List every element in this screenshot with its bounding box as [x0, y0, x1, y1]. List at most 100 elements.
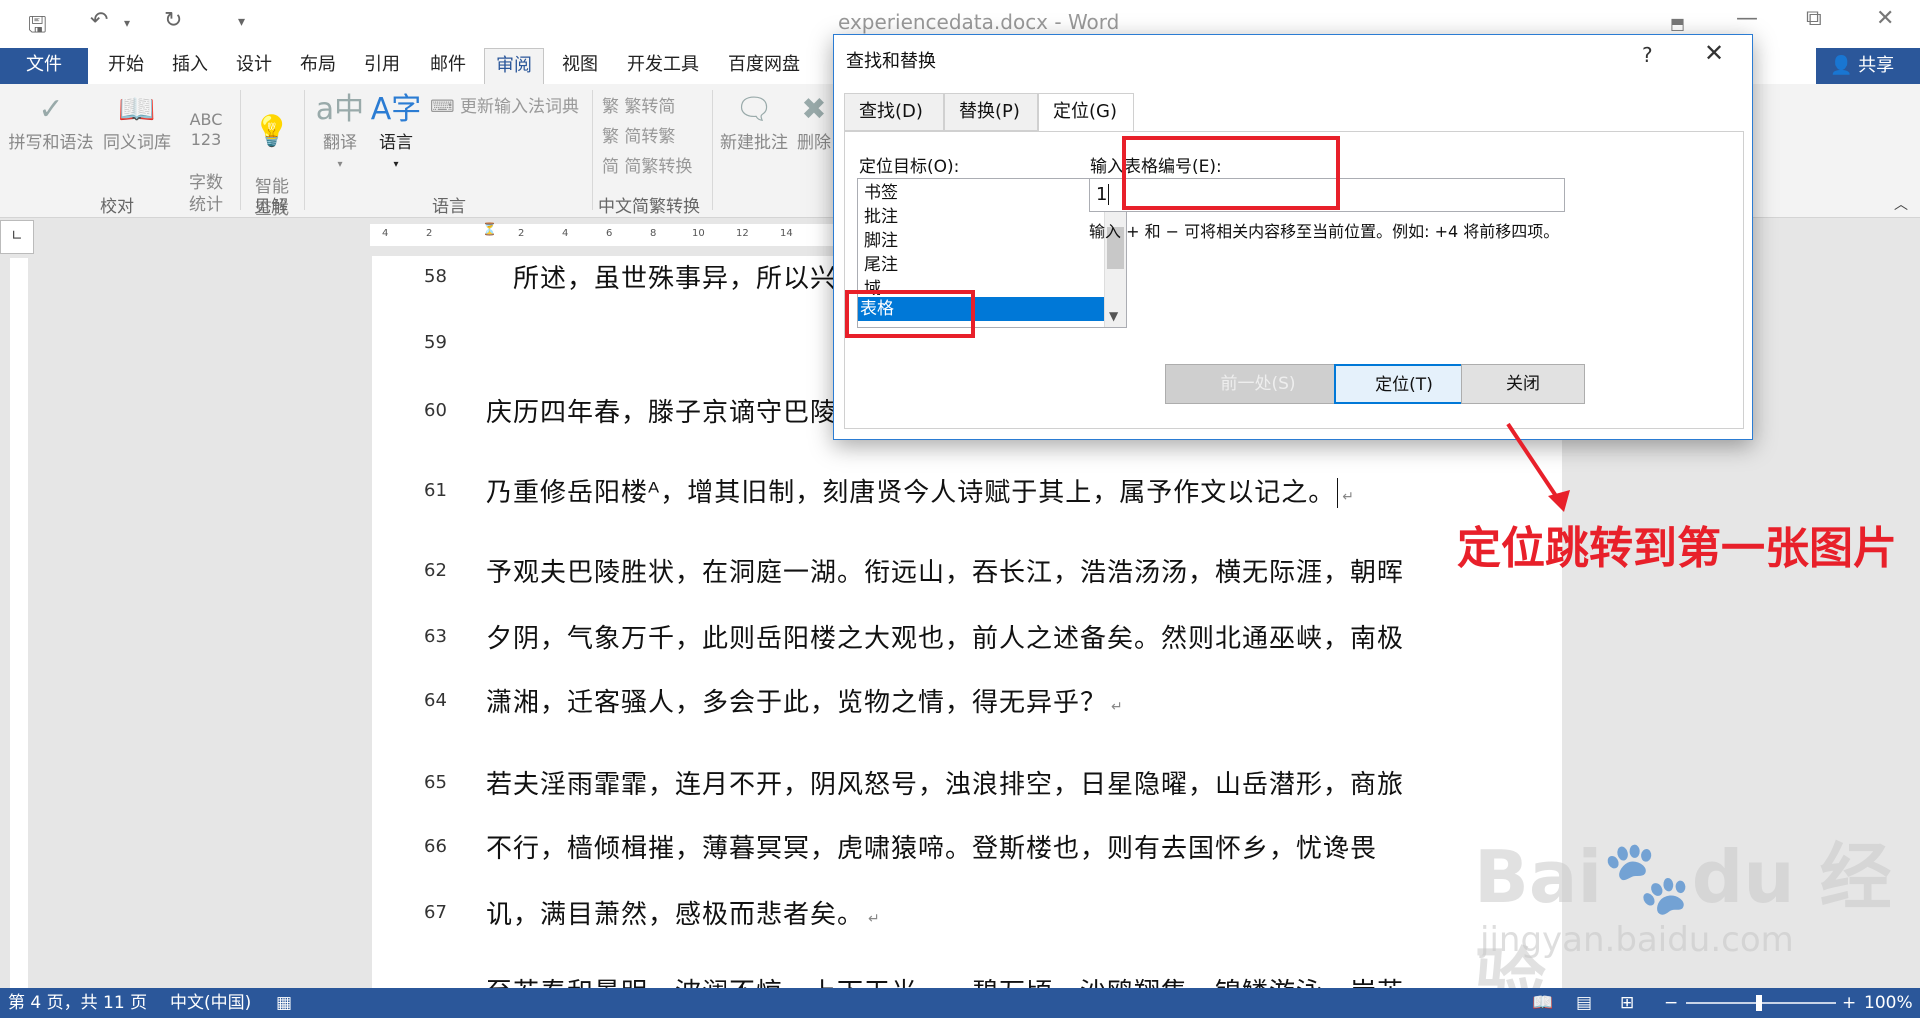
tab-replace[interactable]: 替换(P): [944, 93, 1038, 131]
annotation-arrow: [1506, 422, 1570, 512]
macro-record-icon[interactable]: ▦: [276, 988, 292, 1018]
find-replace-dialog: 查找和替换 ? ✕ 查找(D) 替换(P) 定位(G) 定位目标(O): 书签 …: [833, 34, 1753, 440]
tab-home[interactable]: 开始: [96, 48, 156, 84]
list-item[interactable]: 脚注: [862, 229, 1102, 253]
language-dropdown-icon: ▾: [393, 159, 399, 170]
list-item[interactable]: 批注: [862, 205, 1102, 229]
collapse-ribbon-icon[interactable]: ︿: [1894, 194, 1908, 214]
line-text-content: 乃重修岳阳楼ᴬ，增其旧制，刻唐贤今人诗赋于其上，属予作文以记之。: [486, 478, 1336, 508]
tab-find[interactable]: 查找(D): [844, 93, 944, 131]
list-item[interactable]: 尾注: [862, 253, 1102, 277]
scroll-down-icon[interactable]: ▼: [1109, 309, 1118, 323]
web-layout-icon[interactable]: ⊞: [1620, 988, 1634, 1018]
trad-to-simp-button[interactable]: 繁 繁转简: [602, 92, 675, 117]
line-text: 至若春和景明，波澜不惊，上下天光，一碧万顷，沙鸥翔集，锦鳞游泳，岸芷: [486, 972, 1404, 988]
delete-comment-icon: ✖: [801, 92, 827, 127]
share-label: 共享: [1858, 55, 1895, 76]
tab-selector-icon[interactable]: ∟: [0, 220, 34, 254]
group-separator: [712, 90, 713, 210]
print-layout-icon[interactable]: ▤: [1576, 988, 1592, 1018]
update-ime-button[interactable]: ⌨ 更新输入法词典: [430, 92, 579, 117]
undo-dropdown-icon[interactable]: ▾: [124, 16, 130, 30]
document-line: 67 讥，满目萧然，感极而悲者矣。 ↵: [372, 892, 1562, 932]
paragraph-mark-icon: ↵: [1342, 489, 1355, 505]
document-line: 65 若夫淫雨霏霏，连月不开，阴风怒号，浊浪排空，日星隐曜，山岳潜形，商旅: [372, 762, 1562, 802]
line-number: 59: [424, 332, 447, 353]
annotation-text: 定位跳转到第一张图片: [1457, 523, 1897, 574]
line-text: 夕阴，气象万千，此则岳阳楼之大观也，前人之述备矣。然则北通巫峡，南极: [486, 624, 1405, 654]
simp-to-trad-button[interactable]: 繁 简转繁: [602, 122, 675, 147]
spelling-grammar-button[interactable]: ✓ 拼写和语法: [6, 88, 96, 154]
customize-qat-icon[interactable]: ▾: [238, 14, 245, 30]
tab-references[interactable]: 引用: [352, 48, 412, 84]
ruler-number: 12: [736, 228, 749, 239]
indent-marker-icon[interactable]: ⏳: [482, 222, 497, 236]
language-status[interactable]: 中文(中国): [170, 988, 251, 1018]
share-button[interactable]: 👤 共享: [1816, 48, 1920, 84]
zoom-level[interactable]: 100%: [1864, 988, 1913, 1018]
translate-button[interactable]: a中 翻译 ▾: [310, 88, 370, 176]
document-line: 66 不行，樯倾楫摧，薄暮冥冥，虎啸猿啼。登斯楼也，则有去国怀乡，忧谗畏: [372, 826, 1562, 866]
line-number: 61: [424, 480, 447, 501]
language-button[interactable]: A字 语言 ▾: [370, 88, 422, 176]
read-mode-icon[interactable]: 📖: [1532, 988, 1553, 1018]
line-number: 67: [424, 902, 447, 923]
trad-to-simp-label: 繁转简: [624, 97, 676, 117]
minimize-icon[interactable]: —: [1736, 6, 1758, 31]
tab-file[interactable]: 文件: [0, 48, 88, 84]
tab-mailings[interactable]: 邮件: [418, 48, 478, 84]
redo-icon[interactable]: ↻: [164, 8, 182, 33]
language-label: 语言: [379, 133, 413, 153]
goto-hint: 输入 + 和 − 可将相关内容移至当前位置。例如: +4 将前移四项。: [1089, 222, 1560, 241]
tab-design[interactable]: 设计: [224, 48, 284, 84]
ruler-number: 4: [562, 228, 569, 239]
dialog-close-icon[interactable]: ✕: [1704, 39, 1724, 67]
ruler-number: 6: [606, 228, 613, 239]
goto-button[interactable]: 定位(T): [1334, 364, 1474, 404]
line-number: 62: [424, 560, 447, 581]
document-line: 至若春和景明，波澜不惊，上下天光，一碧万顷，沙鸥翔集，锦鳞游泳，岸芷: [372, 970, 1562, 988]
new-comment-button[interactable]: 🗨 新建批注: [716, 88, 792, 154]
baidu-watermark-url: jingyan.baidu.com: [1480, 920, 1794, 960]
tab-insert[interactable]: 插入: [160, 48, 220, 84]
word-count-icon: ABC 123: [189, 110, 223, 149]
tab-developer[interactable]: 开发工具: [618, 48, 708, 84]
close-button[interactable]: 关闭: [1461, 364, 1585, 404]
thesaurus-icon: 📖: [118, 92, 156, 127]
tab-goto[interactable]: 定位(G): [1038, 93, 1134, 133]
group-language: 语言: [432, 197, 466, 217]
maximize-icon[interactable]: ⧉: [1806, 6, 1822, 31]
tab-baidu-netdisk[interactable]: 百度网盘: [718, 48, 810, 84]
page-count[interactable]: 第 4 页，共 11 页: [8, 988, 147, 1018]
delete-comment-button[interactable]: ✖ 删除: [796, 88, 832, 154]
thesaurus-button[interactable]: 📖 同义词库: [100, 88, 174, 154]
help-button[interactable]: ?: [1642, 43, 1653, 67]
save-icon[interactable]: 🖫: [28, 8, 47, 46]
line-number: 65: [424, 772, 447, 793]
undo-icon[interactable]: ↶: [90, 8, 108, 33]
word-count-button[interactable]: ABC 123 字数 统计: [178, 88, 234, 216]
conversion-button[interactable]: 简 简繁转换: [602, 152, 692, 177]
previous-button[interactable]: 前一处(S): [1165, 364, 1351, 404]
zoom-out-icon[interactable]: −: [1664, 988, 1678, 1018]
word-count-label: 字数 统计: [189, 173, 223, 215]
group-chinese-conversion: 中文简繁转换: [598, 197, 700, 217]
group-separator: [304, 90, 305, 210]
zoom-slider-thumb[interactable]: [1756, 995, 1762, 1011]
highlight-box-input-label: [1122, 136, 1340, 210]
ruler-number: 2: [426, 228, 433, 239]
tab-view[interactable]: 视图: [550, 48, 610, 84]
line-number: 60: [424, 400, 447, 421]
tab-layout[interactable]: 布局: [288, 48, 348, 84]
group-insights: 见解: [254, 197, 288, 217]
line-text: 不行，樯倾楫摧，薄暮冥冥，虎啸猿啼。登斯楼也，则有去国怀乡，忧谗畏: [486, 834, 1378, 864]
tab-review[interactable]: 审阅: [484, 48, 544, 84]
zoom-in-icon[interactable]: +: [1842, 988, 1856, 1018]
document-line: 61 乃重修岳阳楼ᴬ，增其旧制，刻唐贤今人诗赋于其上，属予作文以记之。 ↵: [372, 470, 1562, 510]
ribbon-display-icon[interactable]: ⬒: [1670, 14, 1685, 33]
window-close-icon[interactable]: ✕: [1876, 6, 1894, 31]
list-item[interactable]: 书签: [862, 181, 1102, 205]
update-ime-label: 更新输入法词典: [459, 97, 579, 117]
document-line: 62 予观夫巴陵胜状，在洞庭一湖。衔远山，吞长江，浩浩汤汤，横无际涯，朝晖: [372, 550, 1562, 590]
window-title: experiencedata.docx - Word: [838, 10, 1120, 34]
